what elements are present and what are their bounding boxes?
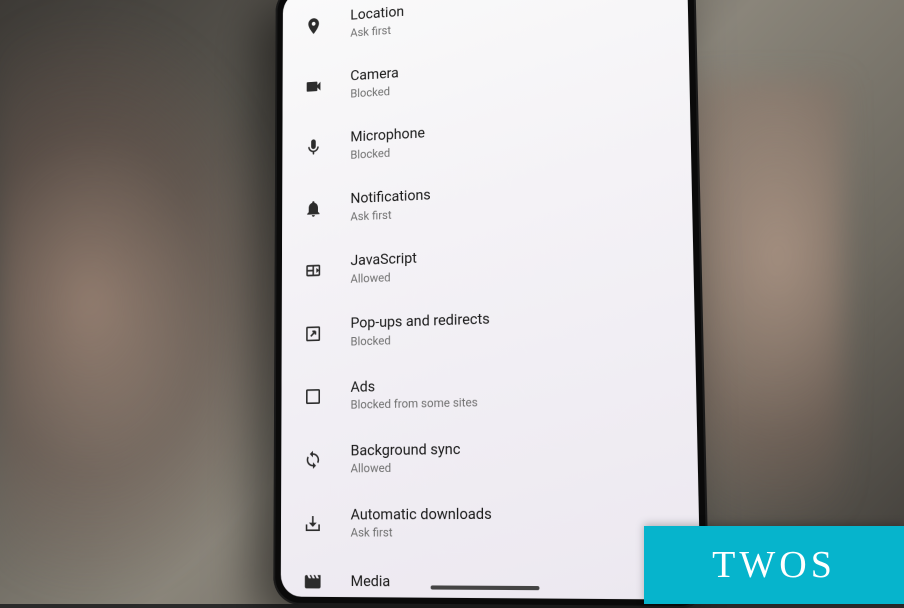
setting-subtitle: Allowed [351,458,674,477]
ads-icon [302,384,324,408]
hand-silhouette-left [0,0,300,604]
setting-title: Background sync [351,436,673,460]
microphone-icon [302,136,324,160]
setting-ads[interactable]: Ads Blocked from some sites [281,355,697,428]
photo-background: Location Ask first Camera Blocked [0,0,904,604]
setting-text: Notifications Ask first [350,174,667,224]
setting-text: Automatic downloads Ask first [351,503,675,541]
watermark-text: TWOS [712,543,836,587]
setting-text: JavaScript Allowed [350,239,669,287]
location-pin-icon [303,14,325,38]
setting-subtitle: Ask first [351,525,675,542]
gesture-nav-pill[interactable] [431,585,540,590]
setting-text: Media [351,571,676,594]
phone-screen: Location Ask first Camera Blocked [281,0,701,600]
media-icon [301,569,324,593]
setting-background-sync[interactable]: Background sync Allowed [281,422,698,492]
setting-media[interactable]: Media [281,555,701,599]
bell-icon [302,197,324,221]
setting-automatic-downloads[interactable]: Automatic downloads Ask first [281,489,700,557]
phone-frame: Location Ask first Camera Blocked [273,0,709,608]
setting-title: Automatic downloads [351,503,675,524]
setting-text: Ads Blocked from some sites [351,370,672,413]
site-settings-list: Location Ask first Camera Blocked [281,0,701,600]
setting-text: Camera Blocked [350,46,665,101]
sync-icon [302,447,325,471]
setting-text: Location Ask first [350,0,664,41]
javascript-icon [302,259,324,283]
setting-popups[interactable]: Pop-ups and redirects Blocked [282,289,696,365]
popup-icon [302,321,324,345]
camera-icon [303,75,325,99]
watermark-badge: TWOS [644,526,904,604]
download-icon [302,511,325,535]
setting-text: Microphone Blocked [350,110,666,163]
setting-text: Background sync Allowed [351,436,674,477]
setting-text: Pop-ups and redirects Blocked [350,304,670,350]
